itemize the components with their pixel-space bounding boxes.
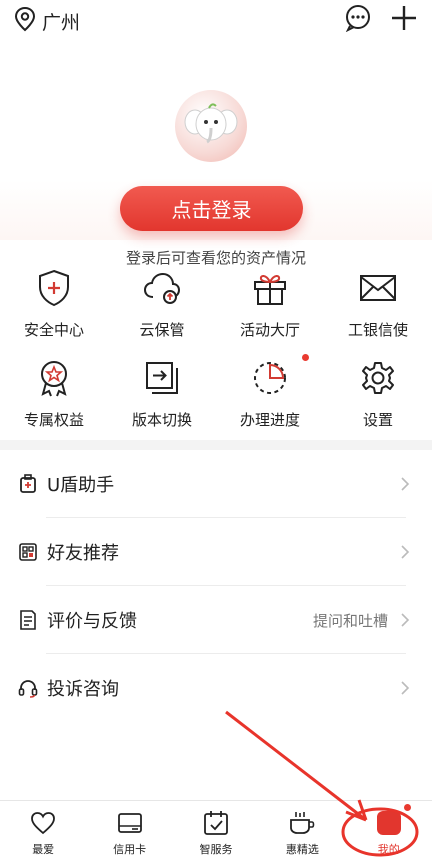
grid-item-cloud-storage[interactable]: 云保管 bbox=[108, 264, 216, 354]
grid-item-security-center[interactable]: 安全中心 bbox=[0, 264, 108, 354]
tab-deals[interactable]: 惠精选 bbox=[259, 801, 345, 861]
chevron-right-icon bbox=[400, 680, 410, 700]
calendar-check-icon bbox=[202, 809, 230, 837]
tab-label: 最爱 bbox=[32, 843, 55, 856]
tab-mine[interactable]: 我的 bbox=[346, 801, 432, 861]
function-grid: 安全中心 云保管 活动大厅 工银信使 专属权益 版本切换 办理进度 设置 bbox=[0, 264, 432, 444]
grid-row: 安全中心 云保管 活动大厅 工银信使 bbox=[0, 264, 432, 354]
profile-section: 点击登录 登录后可查看您的资产情况 bbox=[0, 40, 432, 267]
grid-label: 活动大厅 bbox=[239, 321, 300, 339]
mine-active-shape bbox=[376, 811, 401, 835]
grid-label: 安全中心 bbox=[23, 321, 84, 339]
list-item-label: 投诉咨询 bbox=[47, 679, 119, 700]
add-button[interactable] bbox=[388, 4, 420, 36]
heart-icon bbox=[29, 809, 57, 837]
top-bar: 广州 bbox=[0, 0, 432, 40]
chevron-right-icon bbox=[400, 612, 410, 632]
usb-key-icon bbox=[18, 474, 38, 494]
list-item-ukey-assistant[interactable]: U盾助手 bbox=[0, 450, 432, 518]
grid-item-settings[interactable]: 设置 bbox=[324, 354, 432, 444]
tab-label: 智服务 bbox=[199, 843, 233, 856]
chevron-right-icon bbox=[400, 476, 410, 496]
list-item-label: U盾助手 bbox=[47, 475, 115, 496]
location-selector[interactable]: 广州 bbox=[14, 6, 80, 36]
feedback-icon bbox=[18, 610, 38, 630]
progress-icon bbox=[250, 358, 290, 398]
headset-icon bbox=[18, 678, 38, 698]
qr-share-icon bbox=[18, 542, 38, 562]
section-divider bbox=[0, 440, 432, 450]
message-button[interactable] bbox=[342, 4, 374, 36]
shield-plus-icon bbox=[34, 268, 74, 308]
grid-item-version-switch[interactable]: 版本切换 bbox=[108, 354, 216, 444]
bottom-tab-bar: 最爱 信用卡 智服务 惠精选 我的 bbox=[0, 800, 432, 861]
avatar[interactable] bbox=[175, 90, 247, 162]
grid-label: 版本切换 bbox=[131, 411, 192, 429]
list-item-feedback[interactable]: 评价与反馈 提问和吐槽 bbox=[0, 586, 432, 654]
grid-label: 云保管 bbox=[139, 321, 185, 339]
message-bubble-icon bbox=[344, 4, 372, 36]
tab-smart-service[interactable]: 智服务 bbox=[173, 801, 259, 861]
mail-icon bbox=[358, 268, 398, 308]
credit-card-icon bbox=[116, 809, 144, 837]
tab-credit-card[interactable]: 信用卡 bbox=[86, 801, 172, 861]
mine-icon bbox=[375, 809, 403, 837]
grid-label: 设置 bbox=[362, 411, 393, 429]
plus-icon bbox=[391, 5, 417, 35]
list-item-extra: 提问和吐槽 bbox=[312, 611, 388, 630]
elephant-mascot-icon bbox=[183, 100, 239, 152]
gift-icon bbox=[250, 268, 290, 308]
grid-item-progress[interactable]: 办理进度 bbox=[216, 354, 324, 444]
tab-label: 我的 bbox=[377, 843, 400, 856]
cloud-upload-icon bbox=[142, 268, 182, 308]
login-button[interactable]: 点击登录 bbox=[120, 186, 303, 231]
grid-label: 专属权益 bbox=[23, 411, 84, 429]
list-item-complaint[interactable]: 投诉咨询 bbox=[0, 654, 432, 722]
chevron-right-icon bbox=[400, 544, 410, 564]
tab-label: 信用卡 bbox=[113, 843, 147, 856]
tab-label: 惠精选 bbox=[285, 843, 319, 856]
notification-dot bbox=[302, 354, 309, 361]
location-label: 广州 bbox=[42, 11, 81, 34]
switch-icon bbox=[142, 358, 182, 398]
menu-list: U盾助手 好友推荐 评价与反馈 提问和吐槽 投诉咨询 bbox=[0, 450, 432, 722]
location-pin-icon bbox=[14, 6, 36, 36]
badge-star-icon bbox=[34, 358, 74, 398]
list-item-friend-referral[interactable]: 好友推荐 bbox=[0, 518, 432, 586]
tab-favorites[interactable]: 最爱 bbox=[0, 801, 86, 861]
gear-icon bbox=[358, 358, 398, 398]
grid-label: 工银信使 bbox=[347, 321, 408, 339]
grid-label: 办理进度 bbox=[239, 411, 300, 429]
grid-item-exclusive-benefits[interactable]: 专属权益 bbox=[0, 354, 108, 444]
cup-icon bbox=[288, 809, 316, 837]
grid-item-messenger[interactable]: 工银信使 bbox=[324, 264, 432, 354]
grid-item-activity-hall[interactable]: 活动大厅 bbox=[216, 264, 324, 354]
grid-row: 专属权益 版本切换 办理进度 设置 bbox=[0, 354, 432, 444]
notification-dot bbox=[403, 804, 411, 811]
list-item-label: 评价与反馈 bbox=[47, 611, 137, 632]
list-item-label: 好友推荐 bbox=[47, 543, 119, 564]
